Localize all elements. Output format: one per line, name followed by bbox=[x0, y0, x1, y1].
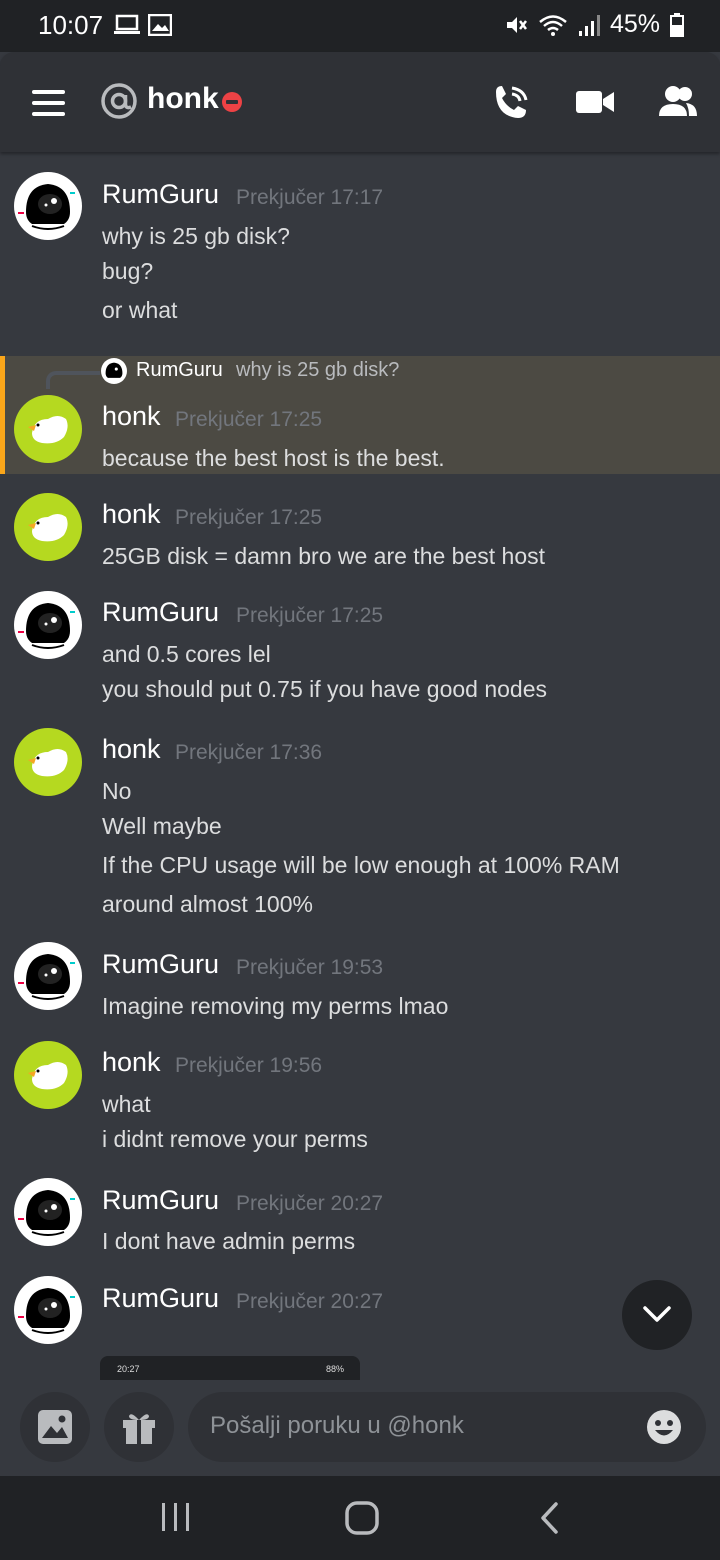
home-icon[interactable] bbox=[344, 1500, 380, 1536]
author-name[interactable]: RumGuru bbox=[102, 949, 219, 980]
mute-icon bbox=[506, 16, 527, 33]
avatar[interactable] bbox=[14, 1178, 82, 1246]
message-text: around almost 100% bbox=[102, 891, 313, 917]
gift-button[interactable] bbox=[104, 1392, 174, 1462]
avatar[interactable] bbox=[14, 1276, 82, 1344]
menu-icon[interactable] bbox=[32, 90, 66, 116]
astronaut-avatar-icon bbox=[18, 954, 75, 1000]
message-text: Imagine removing my perms lmao bbox=[102, 993, 449, 1019]
back-icon[interactable] bbox=[536, 1500, 562, 1536]
author-name[interactable]: RumGuru bbox=[102, 179, 219, 210]
at-icon bbox=[101, 83, 137, 119]
reply-spine bbox=[46, 371, 100, 389]
author-name[interactable]: honk bbox=[102, 499, 161, 530]
avatar[interactable] bbox=[14, 591, 82, 659]
jump-to-present-button[interactable] bbox=[622, 1280, 692, 1350]
avatar[interactable] bbox=[14, 172, 82, 240]
message-text: bug? bbox=[102, 258, 154, 284]
message-text: I dont have admin perms bbox=[102, 1228, 356, 1254]
reply-author[interactable]: RumGuru bbox=[136, 359, 223, 382]
author-name[interactable]: RumGuru bbox=[102, 1185, 219, 1216]
recent-apps-icon[interactable] bbox=[160, 1500, 192, 1534]
message-text: what bbox=[102, 1091, 151, 1117]
timestamp: Prekjučer 20:27 bbox=[236, 1192, 384, 1215]
message-text: you should put 0.75 if you have good nod… bbox=[102, 676, 548, 702]
system-nav-bar bbox=[0, 1476, 720, 1560]
timestamp: Prekjučer 20:27 bbox=[236, 1290, 384, 1313]
goose-avatar-icon bbox=[28, 514, 68, 542]
astronaut-avatar-icon bbox=[105, 362, 123, 378]
message-text: No bbox=[102, 778, 132, 804]
message-text: 25GB disk = damn bro we are the best hos… bbox=[102, 543, 545, 569]
page-title: honk bbox=[147, 82, 219, 115]
timestamp: Prekjučer 19:56 bbox=[175, 1054, 323, 1077]
signal-icon bbox=[578, 14, 600, 36]
goose-avatar-icon bbox=[28, 749, 68, 777]
author-name[interactable]: RumGuru bbox=[102, 597, 219, 628]
timestamp: Prekjučer 17:25 bbox=[236, 604, 384, 627]
attachment-time: 20:27 bbox=[117, 1364, 140, 1374]
reply-avatar bbox=[101, 358, 127, 384]
author-name[interactable]: RumGuru bbox=[102, 1283, 219, 1314]
battery-percent: 45% bbox=[609, 10, 660, 38]
avatar[interactable] bbox=[14, 728, 82, 796]
message-box bbox=[188, 1392, 706, 1462]
avatar[interactable] bbox=[14, 395, 82, 463]
status-bar: 10:07 45% bbox=[0, 0, 720, 52]
author-name[interactable]: honk bbox=[102, 734, 161, 765]
emoji-icon[interactable] bbox=[646, 1409, 682, 1445]
attach-image-button[interactable] bbox=[20, 1392, 90, 1462]
timestamp: Prekjučer 17:25 bbox=[175, 408, 323, 431]
image-attachment[interactable]: 20:27 88% bbox=[100, 1356, 360, 1382]
message-text: If the CPU usage will be low enough at 1… bbox=[102, 852, 620, 878]
battery-icon bbox=[670, 12, 684, 37]
chat-header: honk bbox=[0, 52, 720, 152]
message-input[interactable] bbox=[210, 1406, 630, 1446]
status-right: 45% bbox=[504, 10, 684, 39]
message-text: because the best host is the best. bbox=[102, 445, 445, 471]
avatar[interactable] bbox=[14, 1041, 82, 1109]
laptop-icon bbox=[114, 14, 140, 34]
message-text: i didnt remove your perms bbox=[102, 1126, 368, 1152]
astronaut-avatar-icon bbox=[18, 1288, 75, 1334]
image-icon bbox=[38, 1410, 72, 1444]
composer bbox=[0, 1380, 720, 1476]
avatar[interactable] bbox=[14, 493, 82, 561]
timestamp: Prekjučer 17:25 bbox=[175, 506, 323, 529]
reply-preview[interactable]: why is 25 gb disk? bbox=[236, 359, 399, 382]
voice-call-icon[interactable] bbox=[490, 82, 530, 122]
message-list[interactable]: RumGuru Prekjučer 17:17 why is 25 gb dis… bbox=[0, 152, 720, 1382]
message-text: and 0.5 cores lel bbox=[102, 641, 271, 667]
members-icon[interactable] bbox=[658, 82, 698, 122]
gift-icon bbox=[123, 1414, 155, 1444]
message-text: Well maybe bbox=[102, 813, 222, 839]
message-text: or what bbox=[102, 297, 178, 323]
gallery-icon bbox=[148, 14, 172, 36]
avatar[interactable] bbox=[14, 942, 82, 1010]
status-time: 10:07 bbox=[38, 10, 104, 40]
attachment-battery: 88% bbox=[325, 1364, 344, 1374]
astronaut-avatar-icon bbox=[18, 184, 75, 230]
timestamp: Prekjučer 17:36 bbox=[175, 741, 323, 764]
timestamp: Prekjučer 19:53 bbox=[236, 956, 384, 979]
wifi-icon bbox=[539, 14, 567, 36]
message-text: why is 25 gb disk? bbox=[102, 223, 290, 249]
astronaut-avatar-icon bbox=[18, 603, 75, 649]
dnd-status-icon bbox=[222, 92, 242, 112]
timestamp: Prekjučer 17:17 bbox=[236, 186, 384, 209]
highlight-bar bbox=[0, 356, 5, 474]
goose-avatar-icon bbox=[28, 1062, 68, 1090]
goose-avatar-icon bbox=[28, 416, 68, 444]
video-call-icon[interactable] bbox=[575, 82, 615, 122]
astronaut-avatar-icon bbox=[18, 1190, 75, 1236]
author-name[interactable]: honk bbox=[102, 401, 161, 432]
author-name[interactable]: honk bbox=[102, 1047, 161, 1078]
chevron-down-icon bbox=[643, 1306, 671, 1322]
